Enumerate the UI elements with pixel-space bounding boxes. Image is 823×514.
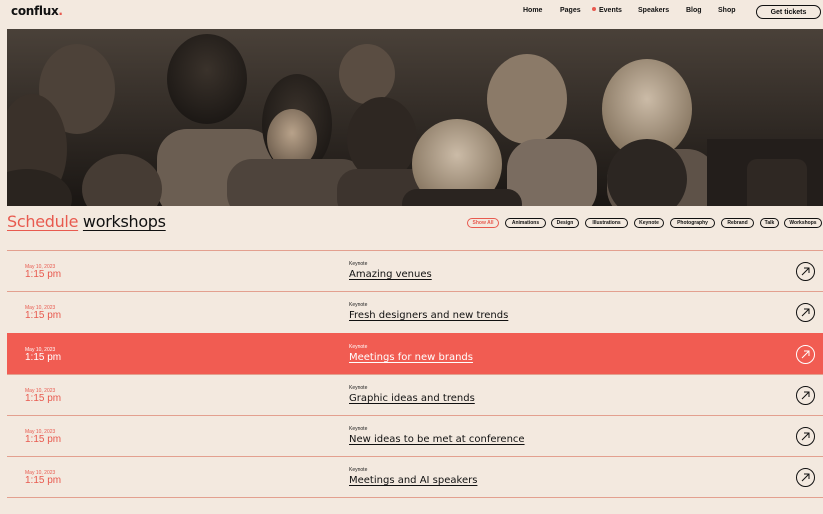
filter-photography[interactable]: Photography [670, 218, 715, 228]
site-header: conflux. Home Pages Events Speakers Blog… [0, 0, 823, 24]
filter-keynote[interactable]: Keynote [634, 218, 664, 228]
event-row[interactable]: May 10, 2023 1:15 pm Keynote New ideas t… [7, 415, 823, 456]
filter-workshops[interactable]: Workshops [784, 218, 822, 228]
arrow-up-right-icon[interactable] [796, 262, 815, 281]
event-row[interactable]: May 10, 2023 1:15 pm Keynote Meetings an… [7, 456, 823, 498]
event-title[interactable]: Meetings for new brands [349, 352, 473, 363]
filter-rebrand[interactable]: Rebrand [721, 218, 754, 228]
arrow-up-right-icon[interactable] [796, 303, 815, 323]
main-nav: Home Pages Events Speakers Blog Shop [0, 7, 823, 19]
nav-shop[interactable]: Shop [718, 7, 736, 14]
filter-design[interactable]: Design [551, 218, 579, 228]
event-category: Keynote [349, 343, 368, 350]
hero-image [7, 29, 823, 206]
event-row[interactable]: May 10, 2023 1:15 pm Keynote Amazing ven… [7, 250, 823, 291]
nav-pages[interactable]: Pages [560, 7, 581, 14]
event-title[interactable]: Graphic ideas and trends [349, 393, 475, 404]
audience-photo [7, 29, 823, 206]
arrow-up-right-icon[interactable] [796, 385, 815, 405]
nav-blog[interactable]: Blog [686, 7, 702, 14]
event-category: Keynote [349, 426, 368, 433]
event-category: Keynote [349, 302, 368, 309]
nav-home[interactable]: Home [523, 7, 542, 14]
event-row[interactable]: May 10, 2023 1:15 pm Keynote Graphic ide… [7, 373, 823, 415]
arrow-up-right-icon[interactable] [796, 344, 815, 364]
nav-speakers[interactable]: Speakers [638, 7, 669, 14]
nav-events[interactable]: Events [592, 7, 622, 14]
event-title[interactable]: Meetings and AI speakers [349, 475, 477, 486]
event-row[interactable]: May 10, 2023 1:15 pm Keynote Fresh desig… [7, 291, 823, 332]
event-time: 1:15 pm [25, 351, 62, 363]
event-category: Keynote [349, 467, 368, 474]
event-category: Keynote [349, 384, 368, 391]
filter-illustrations[interactable]: Illustrations [585, 218, 628, 228]
get-tickets-button[interactable]: Get tickets [756, 5, 821, 19]
event-time: 1:15 pm [25, 392, 62, 404]
event-title[interactable]: Fresh designers and new trends [349, 310, 508, 321]
event-row[interactable]: May 10, 2023 1:15 pm Keynote Meetings fo… [7, 332, 823, 374]
event-time: 1:15 pm [25, 269, 62, 280]
arrow-up-right-icon[interactable] [796, 427, 815, 447]
event-title[interactable]: New ideas to be met at conference [349, 434, 525, 445]
filter-talk[interactable]: Talk [760, 218, 779, 228]
active-dot-icon [592, 7, 596, 11]
event-time: 1:15 pm [25, 475, 62, 487]
event-list: May 10, 2023 1:15 pm Keynote Amazing ven… [7, 250, 823, 498]
filter-bar: Show All Animations Design Illustrations… [0, 218, 823, 230]
event-time: 1:15 pm [25, 310, 62, 322]
event-time: 1:15 pm [25, 434, 62, 446]
event-category: Keynote [349, 261, 368, 267]
event-title[interactable]: Amazing venues [349, 269, 432, 280]
filter-show-all[interactable]: Show All [467, 218, 499, 228]
arrow-up-right-icon[interactable] [796, 468, 815, 488]
filter-animations[interactable]: Animations [505, 218, 546, 228]
